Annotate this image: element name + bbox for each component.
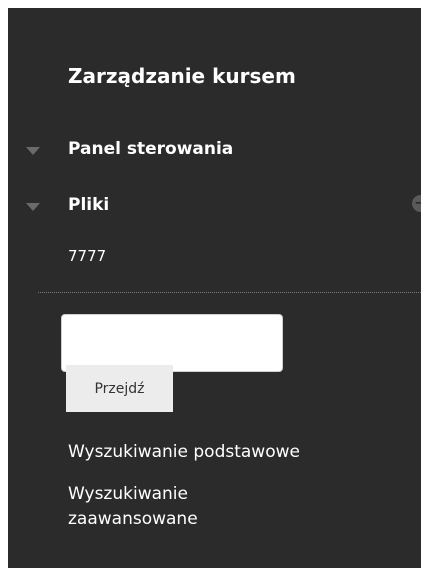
- expand-triangle-icon[interactable]: [26, 203, 40, 211]
- section-control-panel[interactable]: Panel sterowania: [8, 136, 421, 166]
- course-management-panel: Zarządzanie kursem Panel sterowania Plik…: [8, 8, 421, 568]
- arrow-circle-right-icon[interactable]: ➔: [412, 195, 421, 212]
- search-input[interactable]: [61, 314, 283, 372]
- section-control-panel-label[interactable]: Panel sterowania: [68, 139, 233, 159]
- go-button[interactable]: Przejdź: [66, 365, 173, 412]
- section-files[interactable]: Pliki ➔: [8, 192, 421, 222]
- files-item-link[interactable]: 7777: [68, 247, 106, 265]
- basic-search-link[interactable]: Wyszukiwanie podstawowe: [68, 440, 300, 465]
- section-files-label[interactable]: Pliki: [68, 195, 109, 215]
- expand-triangle-icon[interactable]: [26, 147, 40, 155]
- panel-heading: Zarządzanie kursem: [68, 64, 296, 88]
- divider: [38, 292, 421, 293]
- advanced-search-link[interactable]: Wyszukiwanie zaawansowane: [68, 482, 288, 532]
